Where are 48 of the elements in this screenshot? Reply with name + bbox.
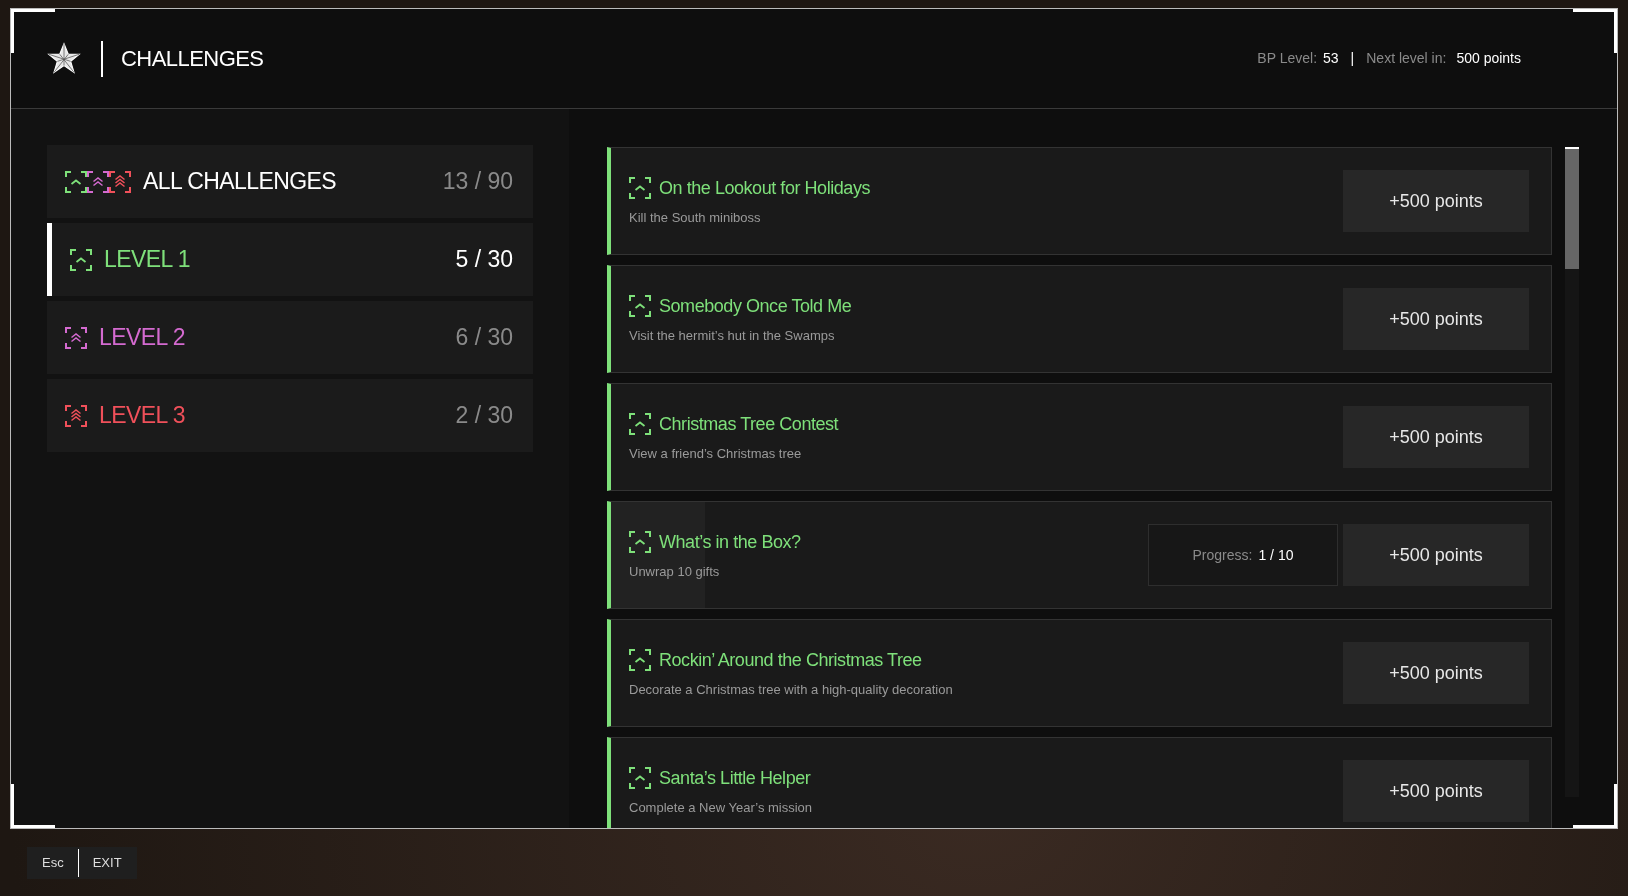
reward-button[interactable]: +500 points: [1343, 406, 1529, 468]
challenge-description: Visit the hermit’s hut in the Swamps: [629, 326, 836, 345]
chevron-icon: [629, 413, 651, 436]
category-item[interactable]: LEVEL 2 6 / 30: [47, 301, 533, 374]
reward-button[interactable]: +500 points: [1343, 642, 1529, 704]
challenge-title: On the Lookout for Holidays: [659, 176, 870, 200]
reward-button[interactable]: +500 points: [1343, 524, 1529, 586]
challenge-description: Unwrap 10 gifts: [629, 562, 721, 581]
category-count: 6 / 30: [455, 323, 513, 353]
challenge-title: Santa’s Little Helper: [659, 766, 811, 790]
frame-corner: [1573, 9, 1617, 53]
separator-text: |: [1350, 49, 1355, 68]
category-item[interactable]: LEVEL 1 5 / 30: [47, 223, 533, 296]
reward-button[interactable]: +500 points: [1343, 288, 1529, 350]
bp-level-label: BP Level:: [1257, 49, 1317, 68]
category-label: LEVEL 3: [99, 401, 185, 431]
challenge-description: View a friend’s Christmas tree: [629, 444, 803, 463]
challenge-description: Decorate a Christmas tree with a high-quality decoration: [629, 680, 953, 699]
exit-button[interactable]: Esc EXIT: [27, 846, 137, 879]
scrollbar[interactable]: [1565, 147, 1579, 797]
next-level-label: Next level in:: [1366, 49, 1447, 68]
next-level-value: 500 points: [1456, 49, 1521, 68]
challenge-description: Kill the South miniboss: [629, 208, 762, 227]
category-count: 5 / 30: [455, 245, 513, 275]
progress-value: 1 / 10: [1258, 545, 1294, 565]
category-count: 2 / 30: [455, 401, 513, 431]
challenge-title: Somebody Once Told Me: [659, 294, 852, 318]
category-label: LEVEL 1: [104, 245, 190, 275]
reward-button[interactable]: +500 points: [1343, 170, 1529, 232]
challenge-title: Christmas Tree Contest: [659, 412, 839, 436]
chevron-icon: [629, 649, 651, 672]
progress-label: Progress:: [1192, 545, 1253, 565]
category-item[interactable]: ALL CHALLENGES 13 / 90: [47, 145, 533, 218]
chevron-icon: [629, 295, 651, 318]
reward-button[interactable]: +500 points: [1343, 760, 1529, 822]
page-title: CHALLENGES: [121, 45, 264, 73]
bp-level-value: 53: [1323, 49, 1339, 68]
category-item[interactable]: LEVEL 3 2 / 30: [47, 379, 533, 452]
chevron-icon: [629, 177, 651, 200]
category-label: LEVEL 2: [99, 323, 185, 353]
challenge-title: Rockin’ Around the Christmas Tree: [659, 648, 922, 672]
chevron-icon: [629, 531, 651, 554]
category-label: ALL CHALLENGES: [143, 167, 337, 197]
challenge-title: What’s in the Box?: [659, 530, 801, 554]
category-count: 13 / 90: [442, 167, 513, 197]
frame-corner: [11, 9, 55, 53]
chevron-icon: [629, 767, 651, 790]
challenge-description: Complete a New Year’s mission: [629, 798, 813, 817]
